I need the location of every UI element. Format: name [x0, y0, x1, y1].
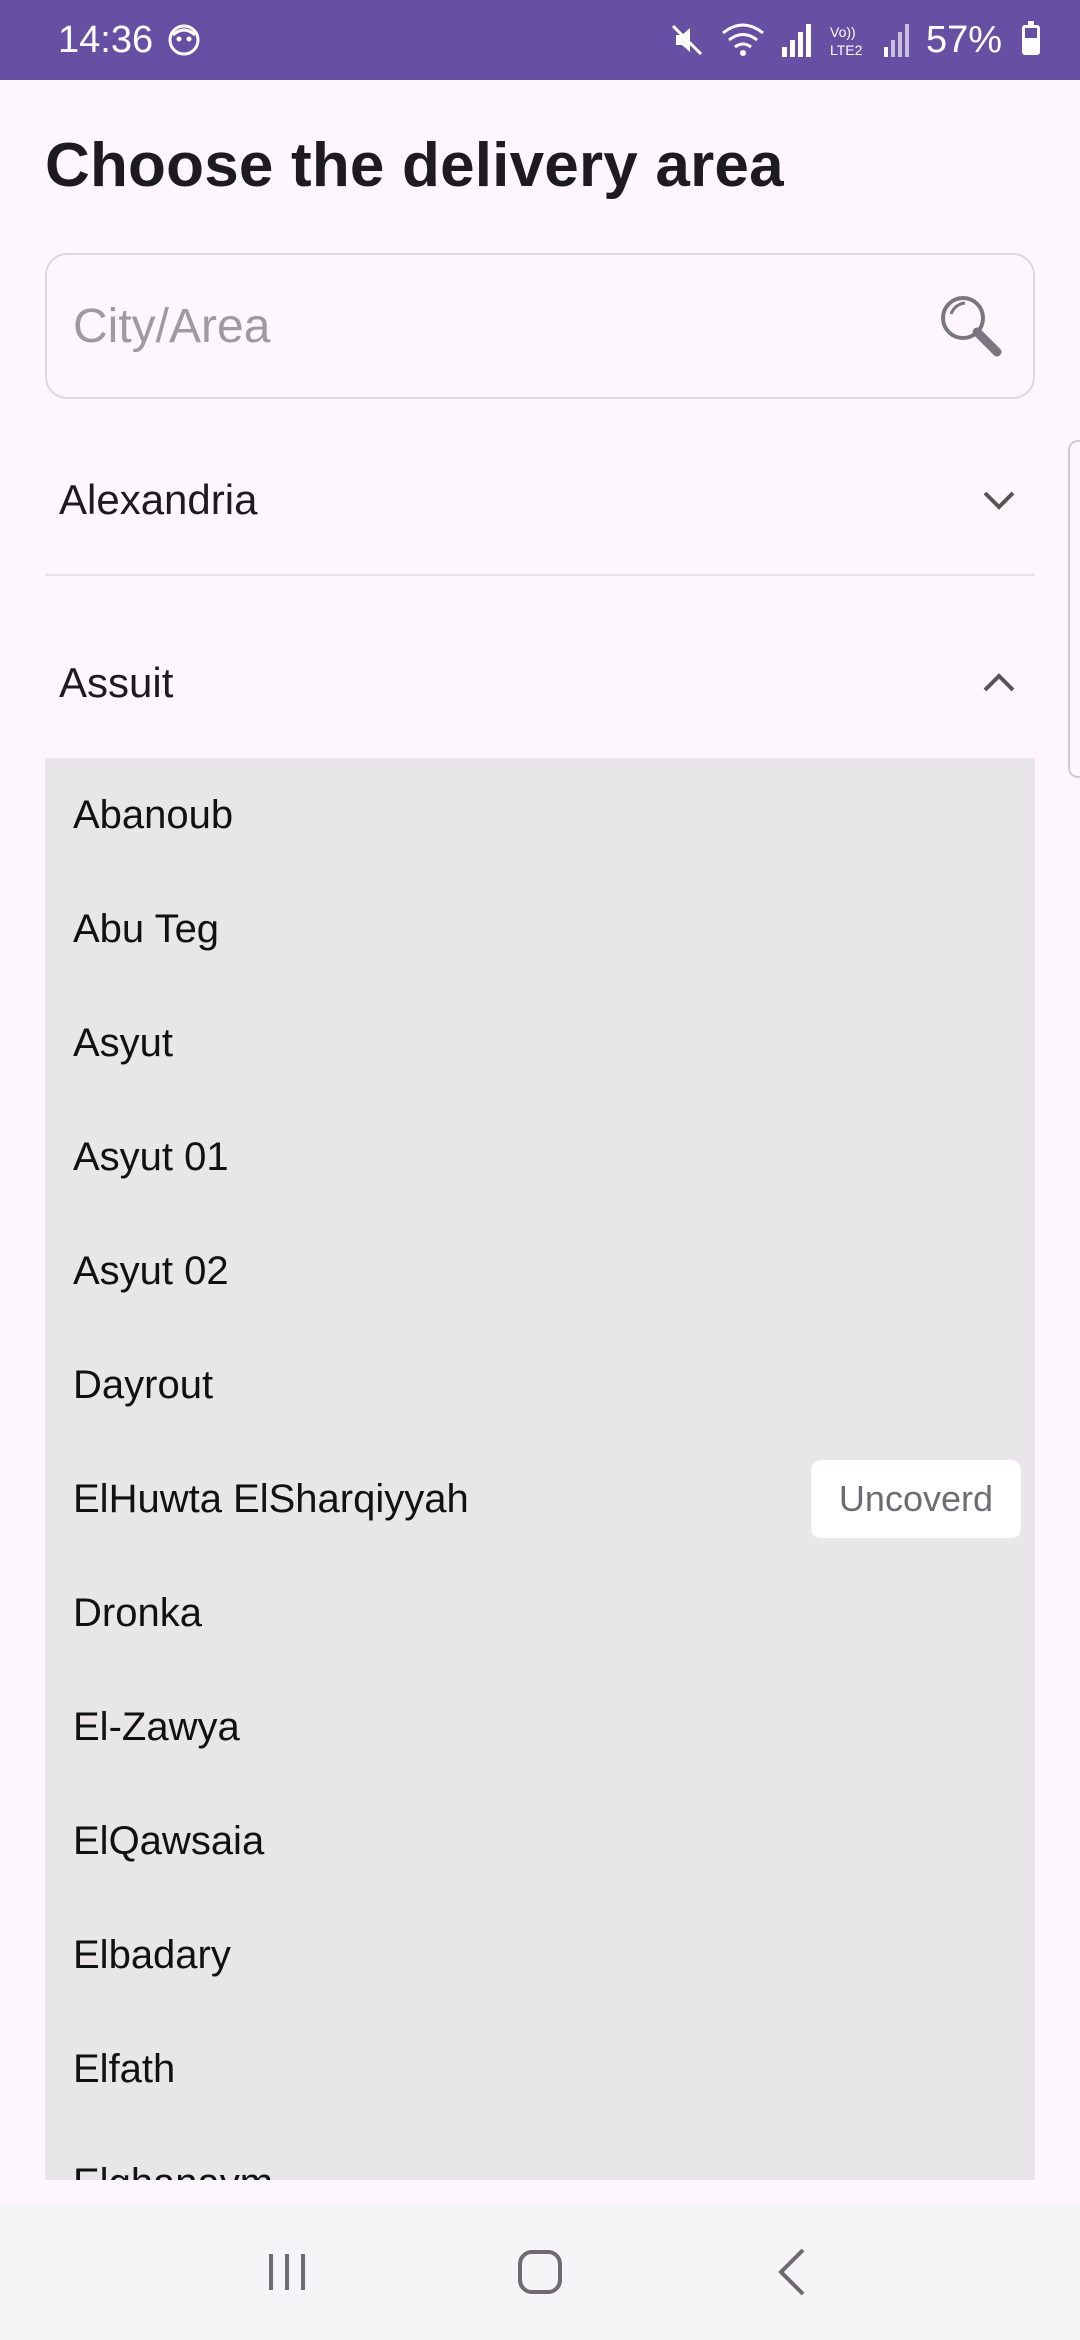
status-right: Vo)) LTE2 57%	[668, 19, 1040, 62]
status-left: 14:36	[58, 19, 201, 62]
area-name: Dronka	[73, 1590, 202, 1635]
area-list: Abanoub Abu Teg Asyut Asyut 01 Asyut 02 …	[45, 758, 1035, 2180]
area-item[interactable]: El-Zawya	[45, 1670, 1035, 1784]
area-name: Elghanaym	[73, 2161, 273, 2181]
area-name: ElQawsaia	[73, 1818, 265, 1863]
city-row-alexandria[interactable]: Alexandria	[45, 440, 1035, 560]
wifi-icon	[720, 21, 766, 59]
area-item[interactable]: Abu Teg	[45, 872, 1035, 986]
area-item[interactable]: Abanoub	[45, 758, 1035, 872]
navigation-bar	[0, 2204, 1080, 2340]
recents-icon[interactable]	[247, 2232, 327, 2312]
svg-text:LTE2: LTE2	[830, 42, 863, 58]
area-name: Elfath	[73, 2046, 176, 2091]
mute-icon	[668, 21, 706, 59]
area-name: Asyut 02	[73, 1248, 229, 1293]
search-box[interactable]	[45, 253, 1035, 399]
signal-weak-icon	[882, 21, 912, 59]
battery-percent: 57%	[925, 18, 1002, 61]
area-item[interactable]: Dayrout	[45, 1328, 1035, 1442]
chevron-down-icon[interactable]	[977, 478, 1021, 522]
status-time: 14:36	[58, 18, 154, 61]
area-item[interactable]: Elbadary	[45, 1898, 1035, 2012]
area-name: Asyut 01	[73, 1134, 229, 1179]
svg-text:Vo)): Vo))	[830, 24, 856, 40]
area-name: ElHuwta ElSharqiyyah	[73, 1476, 469, 1521]
app-screen: 14:36 Vo)) LTE2 57% Choose the delivery …	[0, 0, 1080, 2340]
notification-face-icon	[167, 23, 201, 57]
city-label: Alexandria	[59, 476, 258, 523]
area-item[interactable]: Dronka	[45, 1556, 1035, 1670]
area-name: Abu Teg	[73, 906, 220, 951]
area-name: Asyut	[73, 1020, 174, 1065]
area-name: El-Zawya	[73, 1704, 240, 1749]
area-name: Abanoub	[73, 792, 234, 837]
area-item[interactable]: Asyut	[45, 986, 1035, 1100]
uncovered-badge: Uncoverd	[810, 1460, 1021, 1538]
area-name: Dayrout	[73, 1362, 214, 1407]
home-icon[interactable]	[500, 2232, 580, 2312]
search-icon[interactable]	[935, 290, 1007, 362]
volte-icon: Vo)) LTE2	[828, 21, 868, 59]
city-label: Assuit	[59, 659, 174, 706]
status-bar: 14:36 Vo)) LTE2 57%	[0, 0, 1080, 80]
area-item[interactable]: ElQawsaia	[45, 1784, 1035, 1898]
chevron-up-icon[interactable]	[977, 661, 1021, 705]
city-row-assuit[interactable]: Assuit	[45, 622, 1035, 744]
page-title: Choose the delivery area	[45, 131, 784, 200]
divider	[45, 574, 1035, 576]
area-item[interactable]: ElHuwta ElSharqiyyah Uncoverd	[45, 1442, 1035, 1556]
area-item[interactable]: Asyut 01	[45, 1100, 1035, 1214]
scrollbar-handle[interactable]	[1068, 440, 1080, 778]
battery-icon	[1022, 21, 1040, 55]
area-item[interactable]: Elfath	[45, 2012, 1035, 2126]
signal-icon	[780, 21, 814, 59]
area-name: Elbadary	[73, 1932, 231, 1977]
back-icon[interactable]	[753, 2232, 833, 2312]
search-input[interactable]	[73, 298, 935, 354]
area-item[interactable]: Elghanaym	[45, 2126, 1035, 2181]
area-item[interactable]: Asyut 02	[45, 1214, 1035, 1328]
